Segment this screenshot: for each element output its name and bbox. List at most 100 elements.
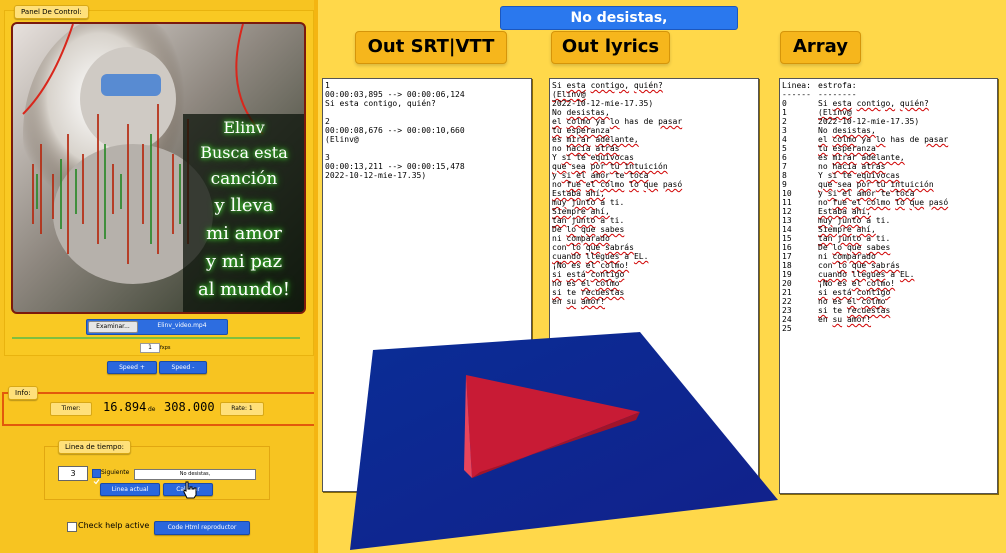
array-line-number: 16 [782,243,792,252]
array-line-text: Si esta contigo, quién? [818,99,929,108]
array-line-number: 24 [782,315,792,324]
panel-divider [314,0,318,553]
speed-up-button[interactable]: Speed + [107,361,157,374]
current-lyric-input[interactable]: No desistas, [134,469,256,480]
check-icon [93,479,100,485]
array-line-number: 6 [782,153,787,162]
array-line-text: el colmo ya lo has de pasar [818,135,949,144]
array-line-text: cuando llegues a EL. [818,270,915,279]
cover-image: Elinv Busca esta canción y lleva mi amor… [11,22,306,314]
srt-line: 00:00:03,895 --> 00:00:06,124 [325,90,465,99]
duration-value: 308.000 [164,400,215,414]
array-line-number: 21 [782,288,792,297]
lyric-line: Estaba ahí, [552,189,605,198]
array-line-text: Y si te equivocas [818,171,900,180]
array-row: 6 es mirar adelante, [782,153,995,162]
array-row: 1 (Elinv@ [782,108,995,117]
play-overlay[interactable] [340,330,785,553]
array-row: 20 ¡No es el colmo! [782,279,995,288]
array-line-text: tu esperanza [818,144,876,153]
lyric-line: si te recuestas [552,288,625,297]
array-line-text: Estaba ahí, [818,207,871,216]
array-row: 4 el colmo ya lo has de pasar [782,135,995,144]
lyric-line: Y si te equivocas [552,153,634,162]
array-line-text: si está contigo [818,288,891,297]
lyric-line: y si el amor te toca [552,171,649,180]
srt-line: Si esta contigo, quién? [325,99,436,108]
of-label: de [148,406,156,413]
lyric-line: es mirar adelante, [552,135,639,144]
array-line-text: que sea por tu intuición [818,180,934,189]
array-row: 0 Si esta contigo, quién? [782,99,995,108]
array-line-number: 11 [782,198,792,207]
array-line-number: 1 [782,108,787,117]
array-row: 5 tu esperanza [782,144,995,153]
browse-button[interactable]: Examinar... [88,321,138,333]
array-row: 19 cuando llegues a EL. [782,270,995,279]
array-line-number: 18 [782,261,792,270]
lyric-line: ni comparado [552,234,610,243]
lyric-line: No desistas, [552,108,610,117]
timer-label: Timer: [50,402,92,416]
array-row: 11 no fue el colmo lo que pasó [782,198,995,207]
srt-line: 00:00:13,211 --> 00:00:15,478 [325,162,465,171]
help-checkbox[interactable] [67,522,77,532]
srt-output-button[interactable]: Out SRT|VTT [355,31,507,64]
array-output-textarea[interactable]: Linea: estrofa: ------ -------- 0 Si esta con… [779,78,998,494]
array-line-text: con lo que sabrás [818,261,900,270]
progress-divider [12,337,300,339]
cover-caption-line: Busca esta [200,143,288,162]
lyric-line: el colmo ya lo has de pasar [552,117,683,126]
next-label: Siguiente [101,469,130,476]
lyric-line: no es el colmo [552,279,620,288]
lyric-line: muy junto a ti. [552,198,625,207]
next-checkbox[interactable] [92,469,101,485]
lyric-line: si está contigo [552,270,625,279]
array-row: 12 Estaba ahí, [782,207,995,216]
array-line-text: estrofa: [818,81,857,90]
array-line-number: 3 [782,126,787,135]
array-line-number: 10 [782,189,792,198]
array-line-number: Linea: [782,81,811,90]
lyric-line: con lo que sabrás [552,243,634,252]
array-row: 10 y si el amor te toca [782,189,995,198]
lyric-line: tan junto a ti. [552,216,625,225]
rate-label: Rate: 1 [220,402,264,416]
lyric-line: en su amor! [552,297,606,306]
array-line-number: 12 [782,207,792,216]
lyric-line: Si esta contigo, quién? [552,81,663,90]
array-row: 17 ni comparado [782,252,995,261]
current-lyric-title: No desistas, [500,6,738,30]
array-row: 2 2022-10-12-mie-17.35) [782,117,995,126]
srt-line [325,144,529,153]
lyric-line: no hacia atrás [552,144,620,153]
line-number-input[interactable]: 3 [58,466,88,481]
array-row: 9 que sea por tu intuición [782,180,995,189]
lyric-line: tu esperanza [552,126,610,135]
array-row: 8 Y si te equivocas [782,171,995,180]
array-line-number: 2 [782,117,787,126]
srt-line: (Elinv@ [325,135,359,144]
current-line-button[interactable]: Linea actual [100,483,160,496]
array-line-text: es mirar adelante, [818,153,905,162]
code-html-button[interactable]: Code Html reproductor [154,521,250,535]
lyrics-output-button[interactable]: Out lyrics [551,31,670,64]
info-title: Info: [8,386,38,400]
array-row: 25 [782,324,995,333]
array-line-text: Siempre ahí, [818,225,876,234]
speed-input[interactable]: 1 [140,343,160,353]
cover-caption-line: Elinv [223,118,265,137]
lyric-line: (Elinv@ [552,90,586,99]
array-output-button[interactable]: Array [780,31,861,64]
cover-caption-line: al mundo! [197,279,291,300]
array-line-text: ¡No es el colmo! [818,279,896,288]
hand-cursor-icon [183,481,197,499]
array-line-number: 15 [782,234,792,243]
srt-line: 00:00:08,676 --> 00:00:10,660 [325,126,465,135]
timeline-title: Linea de tiempo: [58,440,131,454]
speed-down-button[interactable]: Speed - [159,361,207,374]
array-row: 24 en su amor! [782,315,995,324]
lyric-line: no fue el colmo lo que pasó [552,180,683,189]
lyric-line: que sea por tu intuición [552,162,668,171]
array-line-number: 5 [782,144,787,153]
